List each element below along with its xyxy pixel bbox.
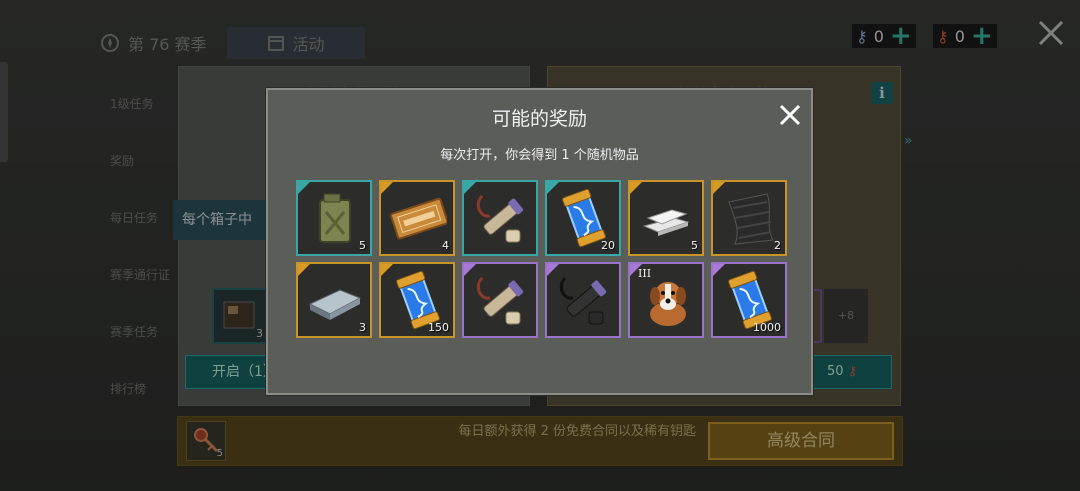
coupon-ticket-icon (390, 197, 447, 240)
item-quantity: 2 (774, 239, 781, 252)
item-quantity: 20 (601, 239, 615, 252)
reward-item[interactable] (462, 262, 538, 338)
jerrycan-icon (319, 193, 351, 243)
item-quantity: 5 (359, 239, 366, 252)
reward-item[interactable]: 1000 (711, 262, 787, 338)
item-quantity: 4 (442, 239, 449, 252)
black-scope-blueprint-icon (559, 276, 607, 325)
item-quantity: 5 (691, 239, 698, 252)
silver-bars-icon (642, 209, 690, 236)
reward-item[interactable] (462, 180, 538, 256)
reward-item[interactable]: III (628, 262, 704, 338)
scope-blueprint-icon (476, 194, 524, 243)
reward-grid: 5 4 20 5 2 3 150 III 1000 (296, 180, 787, 338)
dog-companion-icon (650, 282, 686, 326)
carbon-fabric-icon (728, 193, 774, 245)
reward-item[interactable]: 5 (296, 180, 372, 256)
reward-item[interactable]: 150 (379, 262, 455, 338)
reward-item[interactable]: 4 (379, 180, 455, 256)
reward-item[interactable]: 3 (296, 262, 372, 338)
item-quantity: 150 (428, 321, 449, 334)
metal-ingot-icon (308, 289, 362, 320)
reward-item[interactable]: 2 (711, 180, 787, 256)
reward-item[interactable]: 5 (628, 180, 704, 256)
close-icon[interactable] (777, 102, 803, 128)
item-quantity: 3 (359, 321, 366, 334)
modal-title: 可能的奖励 (491, 108, 587, 130)
item-quantity: 1000 (753, 321, 781, 334)
scope-blueprint-icon (476, 276, 524, 325)
reward-item[interactable] (545, 262, 621, 338)
reward-item[interactable]: 20 (545, 180, 621, 256)
modal-subtitle: 每次打开，你会得到 1 个随机物品 (440, 148, 639, 163)
rewards-modal: 可能的奖励 每次打开，你会得到 1 个随机物品 5 4 20 5 2 3 150… (266, 88, 813, 395)
